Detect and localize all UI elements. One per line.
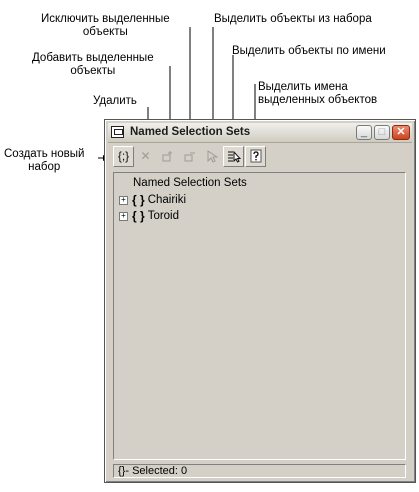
status-bar: {}- Selected: 0 xyxy=(113,464,406,478)
exclude-selected-button[interactable] xyxy=(179,146,200,167)
select-objects-in-set-button[interactable] xyxy=(201,146,222,167)
select-objects-icon xyxy=(207,150,219,163)
callout-select-objects: Выделить объекты из набора xyxy=(214,13,372,25)
expand-icon[interactable]: + xyxy=(119,195,128,205)
help-icon xyxy=(250,149,261,163)
highlight-selected-names-button[interactable] xyxy=(245,146,266,167)
minimize-button[interactable]: _ xyxy=(356,125,372,140)
toolbar: {;} ✕ xyxy=(113,146,267,168)
title-bar[interactable]: Named Selection Sets _ □ ✕ xyxy=(108,123,412,143)
tree-root-label: Named Selection Sets xyxy=(133,177,247,189)
expand-icon[interactable]: + xyxy=(119,211,128,221)
exclude-selected-icon xyxy=(184,152,195,162)
callout-delete: Удалить xyxy=(93,95,137,107)
add-selected-icon xyxy=(162,151,172,162)
tree-item[interactable]: + { } Chairiki xyxy=(119,193,186,207)
close-button[interactable]: ✕ xyxy=(392,125,410,140)
window-icon xyxy=(111,126,124,138)
create-new-set-button[interactable]: {;} xyxy=(113,146,134,167)
add-selected-button[interactable] xyxy=(157,146,178,167)
callout-select-by-name: Выделить объекты по имени xyxy=(232,45,386,57)
callout-exclude: Исключить выделенные объекты xyxy=(41,13,170,38)
create-set-icon: {;} xyxy=(117,149,130,163)
selection-set-icon: { } xyxy=(132,209,145,223)
callout-create: Создать новый набор xyxy=(4,148,85,173)
named-selection-sets-window: Named Selection Sets _ □ ✕ {;} ✕ Named S… xyxy=(104,119,416,483)
tree-item[interactable]: + { } Toroid xyxy=(119,209,179,223)
delete-icon: ✕ xyxy=(140,149,151,163)
select-by-name-icon xyxy=(227,150,241,163)
tree-item-label: Chairiki xyxy=(147,194,187,206)
callout-add: Добавить выделенные объекты xyxy=(32,52,154,77)
maximize-button[interactable]: □ xyxy=(374,125,390,140)
delete-button[interactable]: ✕ xyxy=(135,146,156,167)
selection-sets-tree[interactable]: Named Selection Sets + { } Chairiki + { … xyxy=(113,172,406,460)
window-title: Named Selection Sets xyxy=(130,126,251,138)
tree-item-label: Toroid xyxy=(147,210,180,222)
select-by-name-button[interactable] xyxy=(223,146,244,167)
callout-select-names: Выделить имена выделенных объектов xyxy=(258,81,378,106)
selection-set-icon: { } xyxy=(132,193,145,207)
